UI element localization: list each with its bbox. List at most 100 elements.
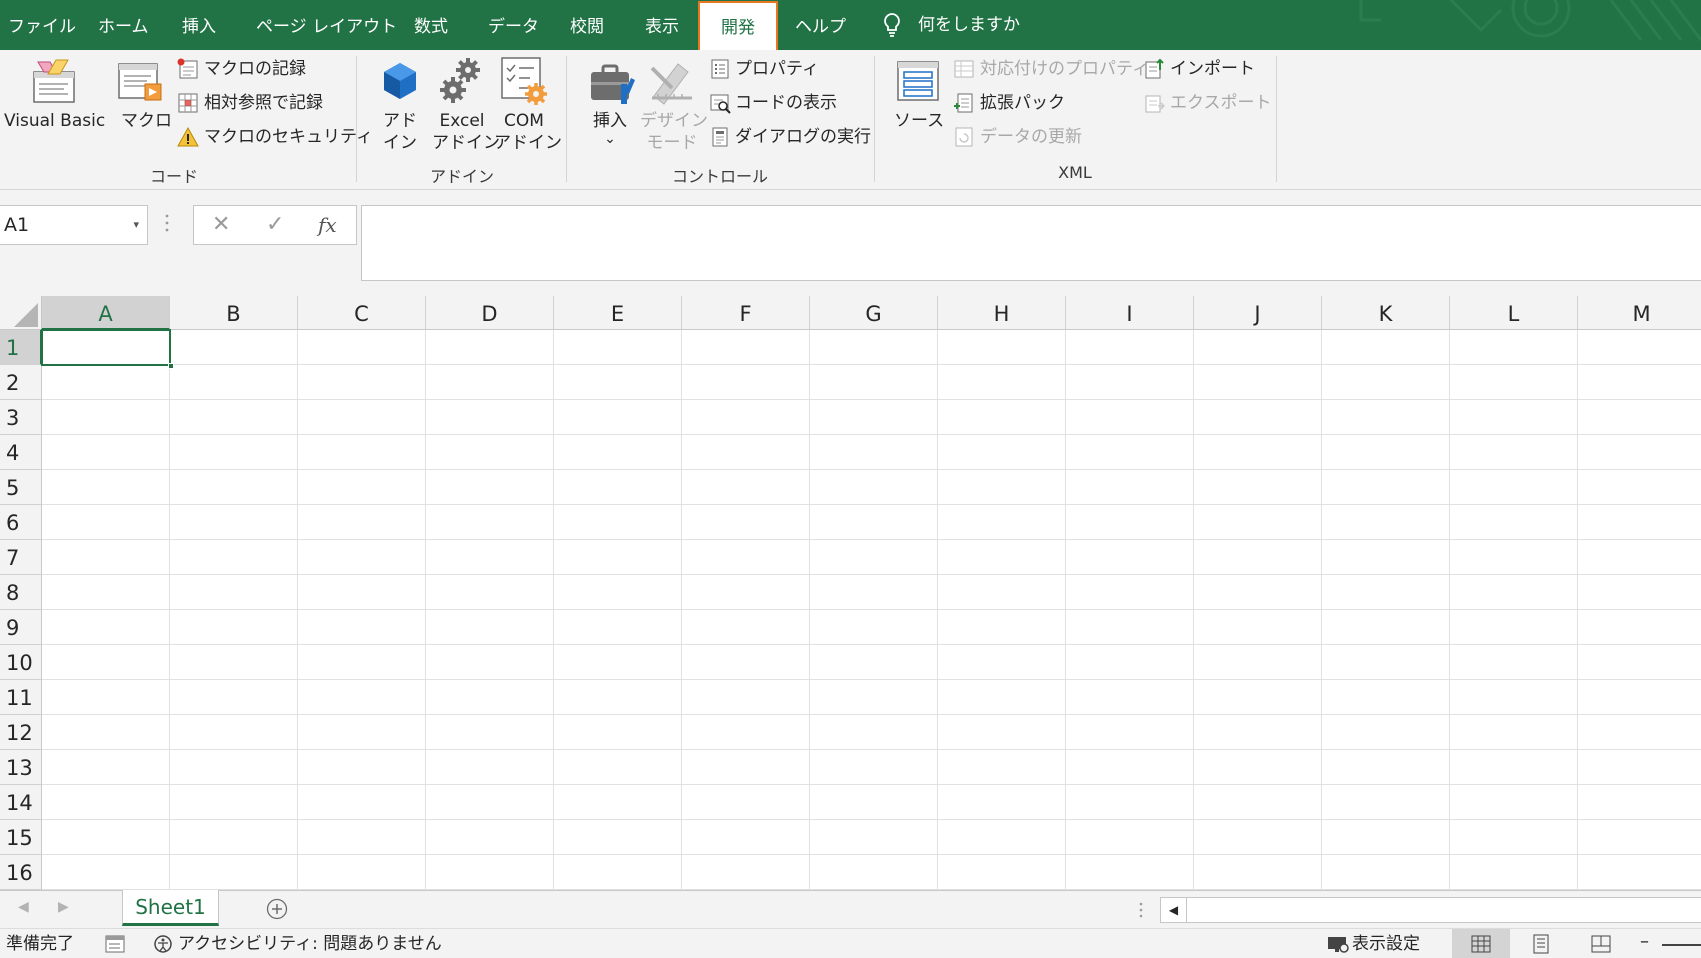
macros-icon[interactable] bbox=[117, 58, 165, 104]
tab-review[interactable]: 校閲 bbox=[570, 0, 604, 50]
macros-button[interactable]: マクロ bbox=[121, 110, 172, 132]
zoom-out-button[interactable]: – bbox=[1640, 931, 1649, 953]
select-all-corner[interactable] bbox=[0, 296, 42, 330]
fill-handle[interactable] bbox=[168, 363, 174, 369]
map-properties-button[interactable]: 対応付けのプロパティ bbox=[980, 58, 1149, 80]
column-header-m[interactable]: M bbox=[1578, 296, 1701, 330]
enter-check-icon[interactable]: ✓ bbox=[266, 206, 284, 244]
row-header-1[interactable]: 1 bbox=[0, 330, 42, 365]
accessibility-icon[interactable] bbox=[152, 934, 174, 954]
refresh-data-button[interactable]: データの更新 bbox=[980, 126, 1082, 148]
macro-recording-status-icon[interactable] bbox=[104, 934, 126, 954]
page-break-preview-button[interactable] bbox=[1572, 929, 1630, 958]
properties-icon[interactable] bbox=[709, 58, 731, 80]
column-header-c[interactable]: C bbox=[298, 296, 426, 330]
row-header-3[interactable]: 3 bbox=[0, 400, 42, 435]
cancel-icon[interactable]: ✕ bbox=[212, 206, 230, 244]
properties-button[interactable]: プロパティ bbox=[735, 58, 819, 80]
addins-button[interactable]: アド イン bbox=[380, 110, 420, 154]
design-mode-button[interactable]: デザイン モード bbox=[640, 110, 708, 154]
tab-file[interactable]: ファイル bbox=[8, 0, 76, 50]
run-dialog-icon[interactable] bbox=[709, 126, 731, 148]
sheet-tab-sheet1[interactable]: Sheet1 bbox=[122, 890, 219, 926]
record-macro-icon[interactable] bbox=[177, 58, 199, 80]
tell-me-search[interactable]: 何をしますか bbox=[880, 0, 1020, 50]
insert-control-button[interactable]: 挿入 ⌄ bbox=[585, 110, 635, 146]
visual-basic-button[interactable]: Visual Basic bbox=[4, 110, 105, 132]
row-header-13[interactable]: 13 bbox=[0, 750, 42, 785]
tab-view[interactable]: 表示 bbox=[645, 0, 679, 50]
column-header-e[interactable]: E bbox=[554, 296, 682, 330]
view-code-icon[interactable] bbox=[709, 92, 731, 114]
normal-view-button[interactable] bbox=[1452, 929, 1510, 958]
scroll-left-icon[interactable]: ◀ bbox=[1161, 898, 1187, 922]
column-header-j[interactable]: J bbox=[1194, 296, 1322, 330]
display-settings-icon[interactable] bbox=[1327, 934, 1349, 954]
zoom-slider[interactable] bbox=[1662, 944, 1701, 946]
design-mode-icon[interactable] bbox=[648, 58, 696, 106]
horizontal-scrollbar[interactable]: ◀ bbox=[1160, 897, 1701, 923]
com-addins-button[interactable]: COM アドイン bbox=[494, 110, 562, 154]
xml-source-icon[interactable] bbox=[896, 60, 940, 104]
column-header-a[interactable]: A bbox=[42, 296, 170, 330]
insert-control-toolbox-icon[interactable] bbox=[587, 60, 637, 106]
tab-help[interactable]: ヘルプ bbox=[795, 0, 846, 50]
excel-addins-gear-icon[interactable] bbox=[438, 56, 484, 104]
column-header-l[interactable]: L bbox=[1450, 296, 1578, 330]
row-header-12[interactable]: 12 bbox=[0, 715, 42, 750]
tab-page-layout[interactable]: ページ レイアウト bbox=[256, 0, 397, 50]
display-settings-button[interactable]: 表示設定 bbox=[1352, 933, 1420, 955]
record-macro-button[interactable]: マクロの記録 bbox=[204, 58, 306, 80]
addins-icon[interactable] bbox=[380, 60, 420, 102]
column-header-h[interactable]: H bbox=[938, 296, 1066, 330]
warning-icon[interactable] bbox=[177, 126, 199, 148]
row-header-4[interactable]: 4 bbox=[0, 435, 42, 470]
tab-home[interactable]: ホーム bbox=[98, 0, 149, 50]
column-header-k[interactable]: K bbox=[1322, 296, 1450, 330]
expansion-packs-button[interactable]: 拡張パック bbox=[980, 92, 1065, 114]
com-addins-icon[interactable] bbox=[500, 56, 548, 106]
tab-formulas[interactable]: 数式 bbox=[414, 0, 448, 50]
insert-function-icon[interactable]: fx bbox=[318, 206, 337, 244]
column-header-d[interactable]: D bbox=[426, 296, 554, 330]
formula-input[interactable] bbox=[361, 205, 1701, 281]
page-layout-view-button[interactable] bbox=[1512, 929, 1570, 958]
xml-import-icon[interactable] bbox=[1143, 58, 1165, 80]
row-header-11[interactable]: 11 bbox=[0, 680, 42, 715]
macro-security-button[interactable]: マクロのセキュリティ bbox=[204, 126, 373, 148]
tab-developer[interactable]: 開発 bbox=[698, 1, 778, 50]
active-cell-a1[interactable] bbox=[41, 329, 174, 369]
visual-basic-icon[interactable] bbox=[30, 58, 78, 104]
row-header-7[interactable]: 7 bbox=[0, 540, 42, 575]
row-header-9[interactable]: 9 bbox=[0, 610, 42, 645]
expansion-packs-icon[interactable] bbox=[953, 92, 975, 114]
map-properties-icon[interactable] bbox=[953, 58, 975, 80]
add-sheet-icon[interactable] bbox=[266, 898, 288, 920]
sheet-nav-prev-icon[interactable]: ◀ bbox=[18, 899, 29, 915]
relative-reference-icon[interactable] bbox=[177, 92, 199, 114]
tab-data[interactable]: データ bbox=[488, 0, 539, 50]
xml-export-button[interactable]: エクスポート bbox=[1170, 92, 1272, 114]
sheet-nav-next-icon[interactable]: ▶ bbox=[58, 899, 69, 915]
refresh-data-icon[interactable] bbox=[953, 126, 975, 148]
view-code-button[interactable]: コードの表示 bbox=[735, 92, 837, 114]
xml-import-button[interactable]: インポート bbox=[1170, 58, 1255, 80]
name-box[interactable]: A1 ▾ bbox=[0, 205, 148, 245]
accessibility-status[interactable]: アクセシビリティ: 問題ありません bbox=[178, 933, 442, 955]
column-header-f[interactable]: F bbox=[682, 296, 810, 330]
xml-export-icon[interactable] bbox=[1143, 92, 1165, 114]
column-header-g[interactable]: G bbox=[810, 296, 938, 330]
row-header-8[interactable]: 8 bbox=[0, 575, 42, 610]
row-header-2[interactable]: 2 bbox=[0, 365, 42, 400]
column-header-i[interactable]: I bbox=[1066, 296, 1194, 330]
row-header-6[interactable]: 6 bbox=[0, 505, 42, 540]
column-header-b[interactable]: B bbox=[170, 296, 298, 330]
chevron-down-icon[interactable]: ▾ bbox=[133, 206, 139, 244]
row-header-5[interactable]: 5 bbox=[0, 470, 42, 505]
row-header-14[interactable]: 14 bbox=[0, 785, 42, 820]
row-header-10[interactable]: 10 bbox=[0, 645, 42, 680]
tab-insert[interactable]: 挿入 bbox=[182, 0, 216, 50]
row-header-16[interactable]: 16 bbox=[0, 855, 42, 890]
row-header-15[interactable]: 15 bbox=[0, 820, 42, 855]
resize-handle-icon[interactable] bbox=[165, 212, 169, 234]
